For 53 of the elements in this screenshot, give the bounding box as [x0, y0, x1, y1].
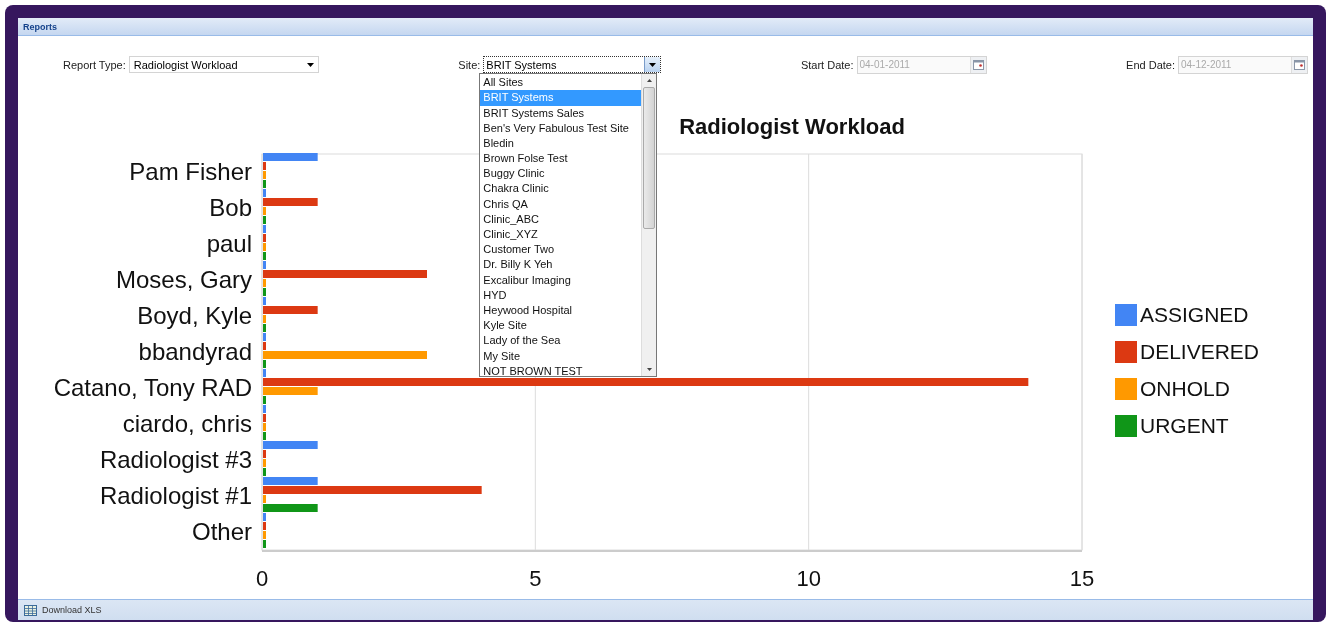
field-label: Report Type: [63, 58, 126, 71]
dropdown-option[interactable]: Bledin [480, 135, 642, 152]
category-label: Boyd, Kyle [137, 302, 252, 330]
dropdown-option[interactable]: Chris QA [480, 196, 642, 212]
category-label: Other [191, 518, 252, 546]
spreadsheet-icon [24, 604, 37, 616]
dropdown-option[interactable]: HYD [480, 287, 642, 303]
scrollbar[interactable] [641, 74, 657, 377]
dropdown-option[interactable]: Ben's Very Fabulous Test Site [480, 120, 642, 136]
dropdown-option[interactable]: Excalibur Imaging [480, 272, 642, 288]
field-label: End Date: [1126, 58, 1175, 71]
legend-label: ASSIGNED [1140, 303, 1249, 327]
dropdown-option[interactable]: Customer Two [480, 242, 642, 258]
field-label: Site: [458, 58, 481, 71]
category-label: Radiologist #3 [99, 446, 252, 474]
dropdown-option[interactable]: Kyle Site [480, 318, 642, 334]
dropdown-option[interactable]: Clinic_XYZ [480, 227, 642, 243]
category-label: Radiologist #1 [99, 482, 252, 510]
axis-tick-label: 5 [529, 566, 542, 592]
scroll-up-icon[interactable] [646, 79, 652, 83]
category-label: Catano, Tony RAD [53, 374, 252, 402]
dropdown-option[interactable]: Lady of the Sea [480, 333, 642, 349]
dropdown-option[interactable]: Buggy Clinic [480, 166, 642, 182]
dropdown-option[interactable]: All Sites [480, 75, 642, 91]
select-field[interactable]: Radiologist Workload [128, 56, 319, 74]
dropdown-option[interactable]: Clinic_ABC [480, 211, 642, 227]
category-label: paul [206, 230, 252, 258]
legend-label: URGENT [1140, 414, 1229, 438]
dropdown-option[interactable]: BRIT Systems Sales [480, 105, 642, 121]
dropdown-option[interactable]: Heywood Hospital [480, 302, 642, 319]
legend-label: DELIVERED [1140, 340, 1260, 364]
axis-tick-label: 15 [1069, 566, 1095, 592]
axis-tick-label: 0 [255, 566, 269, 592]
dropdown-option[interactable]: My Site [480, 348, 642, 364]
select-field[interactable]: BRIT Systems [483, 56, 662, 74]
scroll-down-icon[interactable] [646, 368, 652, 372]
dropdown-option[interactable]: Brown Folse Test [480, 151, 642, 167]
panel-title: Reports [23, 21, 57, 32]
field-label: Start Date: [800, 58, 854, 71]
dropdown-option[interactable]: Dr. Billy K Yeh [480, 257, 642, 273]
axis-tick-label: 10 [796, 566, 821, 592]
dropdown-option[interactable]: NOT BROWN TEST [480, 363, 642, 379]
dropdown-option[interactable]: Chakra Clinic [480, 181, 642, 197]
category-label: Bob [209, 194, 252, 222]
legend-label: ONHOLD [1140, 377, 1230, 401]
caret-icon[interactable] [649, 62, 657, 67]
category-label: Moses, Gary [115, 266, 252, 294]
category-label: Pam Fisher [129, 158, 252, 186]
download-xls-button[interactable]: Download XLS [22, 604, 104, 616]
caret-icon[interactable] [306, 62, 314, 67]
category-label: bbandyrad [138, 338, 252, 366]
category-label: ciardo, chris [122, 410, 252, 438]
chart-title: Radiologist Workload [679, 114, 905, 140]
